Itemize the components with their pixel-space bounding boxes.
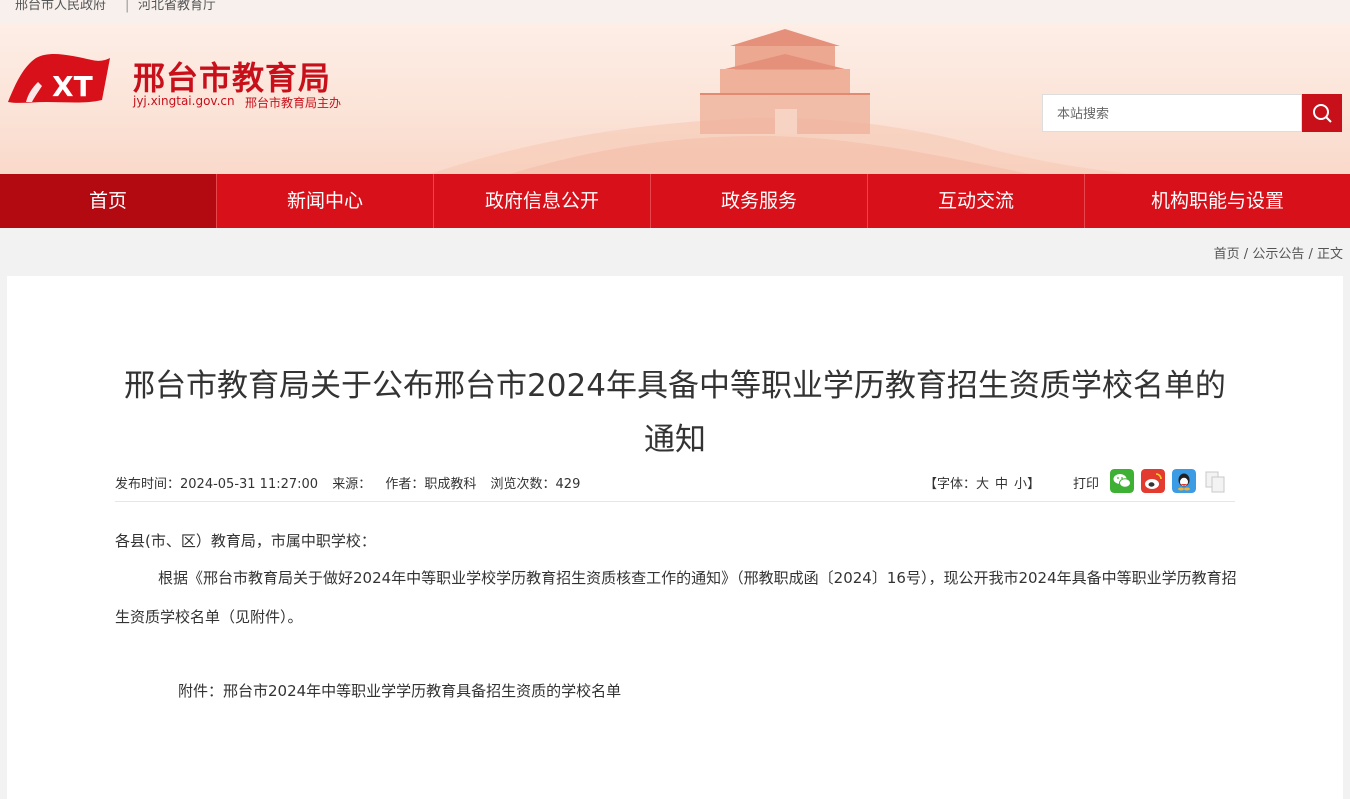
nav-item-org-functions[interactable]: 机构职能与设置 bbox=[1085, 174, 1350, 228]
site-url: jyj.xingtai.gov.cn bbox=[133, 94, 235, 108]
search-input[interactable] bbox=[1043, 95, 1297, 131]
font-size-label-close: 】 bbox=[1027, 477, 1041, 492]
print-button[interactable]: 打印 bbox=[1073, 473, 1099, 492]
article-card: 邢台市教育局关于公布邢台市2024年具备中等职业学历教育招生资质学校名单的通知 … bbox=[7, 276, 1343, 799]
breadcrumb-separator: / bbox=[1304, 247, 1317, 262]
font-size-medium[interactable]: 中 bbox=[995, 477, 1008, 492]
meta-divider bbox=[115, 501, 1235, 502]
top-links-bar: 邢台市人民政府 | 河北省教育厅 bbox=[0, 0, 1350, 24]
nav-item-gov-services[interactable]: 政务服务 bbox=[651, 174, 868, 228]
header-landmark-illustration bbox=[430, 29, 1130, 174]
breadcrumb-current: 正文 bbox=[1316, 247, 1343, 262]
weibo-icon[interactable] bbox=[1141, 469, 1165, 493]
breadcrumb-home[interactable]: 首页 bbox=[1214, 247, 1240, 262]
emblem-letters: XT bbox=[52, 70, 93, 103]
publish-time: 发布时间：2024-05-31 11:27:00 bbox=[115, 477, 319, 492]
topbar-separator: | bbox=[125, 0, 130, 13]
font-size-selector: 【字体：大中小】 bbox=[924, 473, 1040, 492]
attachment-link[interactable]: 附件：邢台市2024年中等职业学学历教育具备招生资质的学校名单 bbox=[178, 680, 621, 701]
font-size-small[interactable]: 小 bbox=[1014, 477, 1027, 492]
wechat-icon[interactable] bbox=[1110, 469, 1134, 493]
nav-item-home[interactable]: 首页 bbox=[0, 174, 217, 228]
nav-item-interaction[interactable]: 互动交流 bbox=[868, 174, 1085, 228]
font-size-large[interactable]: 大 bbox=[976, 477, 989, 492]
main-nav: 首页 新闻中心 政府信息公开 政务服务 互动交流 机构职能与设置 bbox=[0, 174, 1350, 228]
nav-item-gov-info-disclosure[interactable]: 政府信息公开 bbox=[434, 174, 651, 228]
search-icon bbox=[1313, 104, 1332, 123]
breadcrumb-section[interactable]: 公示公告 bbox=[1252, 247, 1304, 262]
breadcrumb: 首页 / 公示公告 / 正文 bbox=[1214, 243, 1343, 262]
search-box bbox=[1042, 94, 1302, 132]
font-size-label: 【字体： bbox=[924, 477, 977, 492]
article-paragraph: 根据《邢台市教育局关于做好2024年中等职业学校学历教育招生资质核查工作的通知》… bbox=[115, 569, 1237, 626]
view-count: 浏览次数：429 bbox=[490, 477, 581, 492]
article-source: 来源： bbox=[332, 477, 372, 492]
article-title: 邢台市教育局关于公布邢台市2024年具备中等职业学历教育招生资质学校名单的通知 bbox=[124, 367, 1226, 458]
qq-icon[interactable] bbox=[1172, 469, 1196, 493]
article-author: 作者：职成教科 bbox=[385, 477, 477, 492]
site-header: XT 邢台市教育局 jyj.xingtai.gov.cn 邢台市教育局主办 bbox=[0, 24, 1350, 174]
link-city-government[interactable]: 邢台市人民政府 bbox=[15, 0, 106, 13]
xingtai-emblem-logo: XT bbox=[8, 54, 110, 103]
copy-icon[interactable] bbox=[1203, 469, 1227, 493]
article-meta: 发布时间：2024-05-31 11:27:00 来源： 作者：职成教科 浏览次… bbox=[115, 473, 590, 492]
site-host: 邢台市教育局主办 bbox=[245, 96, 342, 110]
nav-item-news-center[interactable]: 新闻中心 bbox=[217, 174, 434, 228]
search-button[interactable] bbox=[1302, 94, 1342, 132]
article-salutation: 各县(市、区）教育局，市属中职学校： bbox=[115, 532, 376, 550]
link-provincial-education-dept[interactable]: 河北省教育厅 bbox=[138, 0, 216, 13]
breadcrumb-separator: / bbox=[1239, 247, 1253, 262]
article-body: 各县(市、区）教育局，市属中职学校： 根据《邢台市教育局关于做好2024年中等职… bbox=[115, 529, 1240, 637]
site-title: 邢台市教育局 bbox=[133, 59, 332, 97]
